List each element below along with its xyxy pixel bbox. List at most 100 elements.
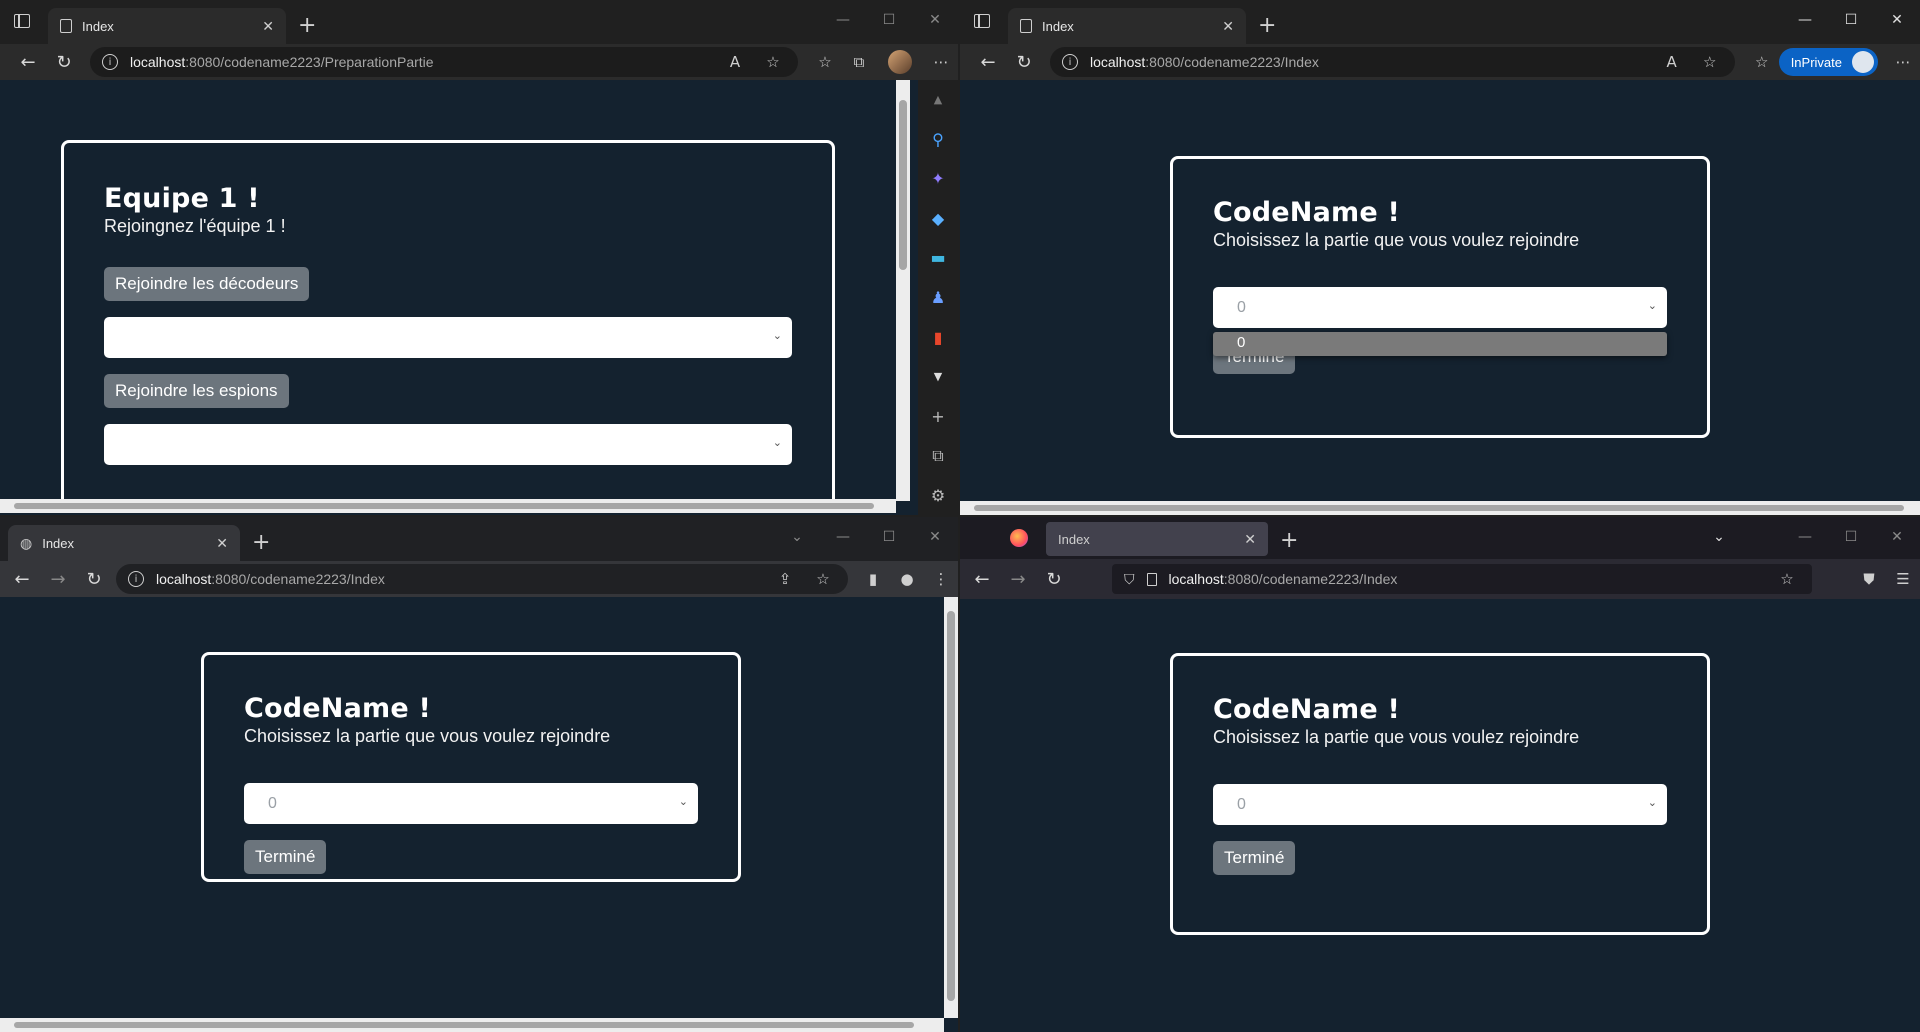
back-arrow-icon[interactable]: ← (964, 561, 1000, 597)
read-aloud-icon[interactable]: A (1659, 53, 1685, 71)
tab-search-chevron-icon[interactable]: ⌄ (774, 517, 820, 557)
address-bar[interactable]: i localhost :8080/codename2223/Preparati… (90, 47, 798, 77)
horizontal-scrollbar[interactable] (0, 1018, 944, 1032)
add-icon[interactable]: + (931, 396, 944, 436)
profile-avatar[interactable] (888, 50, 912, 74)
join-decoders-button[interactable]: Rejoindre les décodeurs (104, 267, 310, 301)
tab-title: Index (42, 535, 75, 551)
maximize-icon[interactable]: ☐ (1828, 0, 1874, 40)
split-screen-icon[interactable]: ⧉ (932, 436, 943, 476)
pocket-icon[interactable]: ⛊ (1852, 570, 1886, 588)
tools-icon[interactable]: ▬ (930, 238, 945, 278)
close-window-icon[interactable]: ✕ (1874, 0, 1920, 40)
back-arrow-icon[interactable]: ← (970, 44, 1006, 80)
done-button[interactable]: Terminé (1213, 841, 1296, 875)
new-tab-icon[interactable]: + (252, 530, 270, 555)
card-title: CodeName ! (1213, 197, 1400, 228)
maximize-icon[interactable]: ☐ (866, 517, 912, 557)
games-icon[interactable]: ♟ (931, 278, 945, 318)
profile-icon[interactable]: ● (890, 570, 924, 588)
horizontal-scrollbar[interactable] (0, 499, 896, 513)
browser-tab[interactable]: Index ✕ (1008, 8, 1246, 44)
office-icon[interactable]: ▮ (934, 317, 943, 357)
bookmark-star-icon[interactable]: ☆ (1774, 570, 1800, 588)
close-tab-icon[interactable]: ✕ (216, 535, 228, 552)
game-select[interactable]: 0 ⌄ (1213, 287, 1667, 328)
side-panel-icon[interactable]: ▮ (856, 570, 890, 588)
scroll-thumb[interactable] (947, 611, 955, 1001)
more-menu-icon[interactable]: ⋮ (924, 570, 958, 588)
vertical-scrollbar[interactable] (896, 80, 910, 501)
browser-tab[interactable]: ◍ Index ✕ (8, 525, 240, 561)
close-tab-icon[interactable]: ✕ (1244, 531, 1256, 548)
sidebar-toggle-icon[interactable] (974, 14, 990, 28)
done-button[interactable]: Terminé (244, 840, 327, 874)
minimize-icon[interactable]: — (1782, 0, 1828, 40)
more-menu-icon[interactable]: ⋯ (1886, 53, 1920, 71)
minimize-icon[interactable]: — (820, 0, 866, 40)
hamburger-menu-icon[interactable]: ☰ (1886, 570, 1920, 588)
minimize-icon[interactable]: — (820, 517, 866, 557)
tab-title: Index (82, 18, 114, 34)
info-icon[interactable]: i (1062, 54, 1078, 70)
favorites-icon[interactable]: ☆ (808, 53, 842, 71)
forward-arrow-icon[interactable]: → (40, 561, 76, 597)
maximize-icon[interactable]: ☐ (866, 0, 912, 40)
close-tab-icon[interactable]: ✕ (1222, 18, 1234, 35)
new-tab-icon[interactable]: + (1280, 528, 1298, 553)
refresh-icon[interactable]: ↻ (46, 44, 82, 80)
scroll-thumb[interactable] (14, 503, 874, 509)
close-window-icon[interactable]: ✕ (1874, 517, 1920, 557)
address-bar[interactable]: i localhost :8080/codename2223/Index A ☆ (1050, 47, 1735, 77)
add-favorite-icon[interactable]: ☆ (760, 53, 786, 71)
game-select[interactable]: 0 ⌄ (244, 783, 698, 824)
close-window-icon[interactable]: ✕ (912, 0, 958, 40)
maximize-icon[interactable]: ☐ (1828, 517, 1874, 557)
add-favorite-icon[interactable]: ☆ (1697, 53, 1723, 71)
copilot-icon[interactable]: ✦ (931, 159, 944, 199)
info-icon[interactable]: i (102, 54, 118, 70)
new-tab-icon[interactable]: + (298, 13, 316, 38)
decoders-select[interactable]: ⌄ (104, 317, 792, 358)
chevron-down-icon[interactable]: ▼ (934, 357, 942, 397)
dropdown-option[interactable]: 0 (1213, 332, 1667, 353)
info-icon[interactable]: i (128, 571, 144, 587)
shield-icon[interactable]: ⛉ (1124, 571, 1135, 588)
minimize-icon[interactable]: — (1782, 517, 1828, 557)
inprivate-badge[interactable]: InPrivate (1778, 48, 1878, 76)
address-bar[interactable]: i localhost :8080/codename2223/Index ⇪ ☆ (116, 564, 848, 594)
bookmark-star-icon[interactable]: ☆ (810, 570, 836, 588)
scroll-up-icon[interactable]: ▲ (934, 80, 942, 120)
collections-icon[interactable]: ⧉ (842, 53, 876, 71)
spies-select[interactable]: ⌄ (104, 424, 792, 465)
scroll-thumb[interactable] (14, 1022, 914, 1028)
card-subtitle: Choisissez la partie que vous voulez rej… (244, 726, 611, 746)
new-tab-icon[interactable]: + (1258, 13, 1276, 38)
refresh-icon[interactable]: ↻ (1006, 44, 1042, 80)
settings-gear-icon[interactable]: ⚙ (931, 475, 945, 515)
browser-tab[interactable]: Index ✕ (48, 8, 286, 44)
search-icon[interactable]: ⚲ (932, 120, 944, 160)
refresh-icon[interactable]: ↻ (1036, 561, 1072, 597)
more-menu-icon[interactable]: ⋯ (924, 53, 958, 71)
address-bar[interactable]: ⛉ localhost :8080/codename2223/Index ☆ (1112, 564, 1812, 594)
forward-arrow-icon[interactable]: → (1000, 561, 1036, 597)
vertical-scrollbar[interactable] (944, 597, 958, 1018)
shopping-tag-icon[interactable]: ◆ (932, 199, 944, 239)
favorites-icon[interactable]: ☆ (1745, 53, 1779, 71)
close-window-icon[interactable]: ✕ (912, 517, 958, 557)
back-arrow-icon[interactable]: ← (10, 44, 46, 80)
browser-tab[interactable]: Index ✕ (1046, 522, 1268, 556)
refresh-icon[interactable]: ↻ (76, 561, 112, 597)
sidebar-toggle-icon[interactable] (14, 14, 30, 28)
horizontal-scrollbar[interactable] (960, 501, 1920, 515)
scroll-thumb[interactable] (899, 100, 907, 270)
read-aloud-icon[interactable]: A (722, 53, 748, 71)
scroll-thumb[interactable] (974, 505, 1904, 511)
close-tab-icon[interactable]: ✕ (262, 18, 274, 35)
back-arrow-icon[interactable]: ← (4, 561, 40, 597)
join-spies-button[interactable]: Rejoindre les espions (104, 374, 289, 408)
list-tabs-chevron-icon[interactable]: ⌄ (1696, 517, 1742, 557)
game-select[interactable]: 0 ⌄ (1213, 784, 1667, 825)
share-icon[interactable]: ⇪ (772, 570, 798, 588)
